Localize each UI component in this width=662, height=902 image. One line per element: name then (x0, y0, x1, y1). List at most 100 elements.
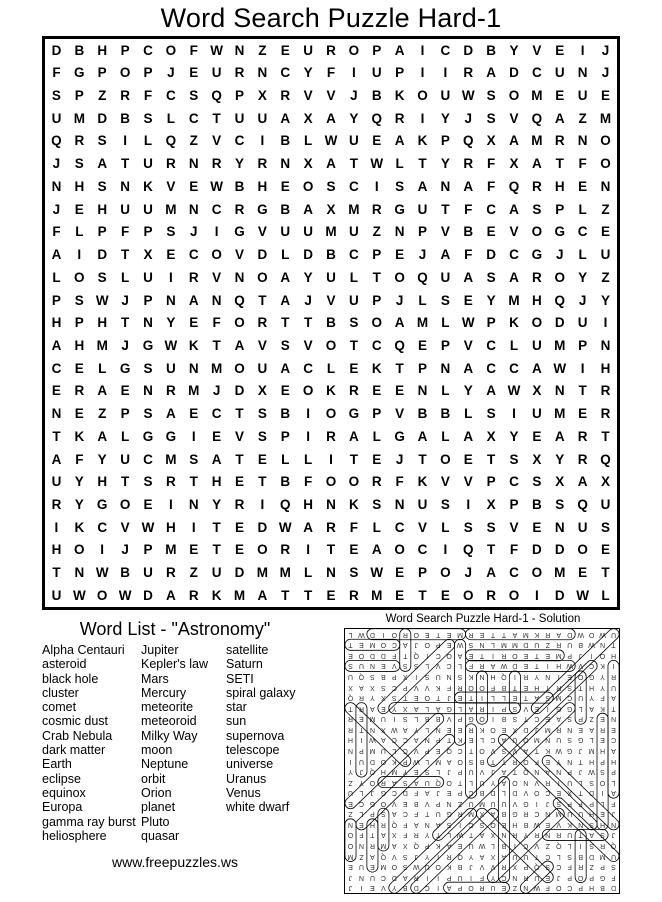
grid-cell: U (165, 360, 176, 376)
grid-cell: J (212, 383, 221, 399)
grid-cell: M (256, 565, 268, 581)
grid-cell: F (487, 156, 496, 172)
word-list-columns: Alpha Centauri asteroid black hole cluster c… (16, 643, 334, 843)
grid-cell: A (280, 110, 291, 126)
grid-cell: A (371, 542, 382, 558)
grid-cell: O (554, 269, 566, 285)
grid-cell: V (166, 178, 176, 194)
grid-cell: I (54, 519, 59, 535)
grid-cell: S (601, 519, 611, 535)
grid-cell: S (440, 292, 450, 308)
footer-url: www.freepuzzles.ws (111, 854, 239, 870)
grid-cell: X (532, 383, 542, 399)
grid-cell: Y (74, 497, 84, 512)
grid-cell: M (165, 451, 177, 467)
solution-section: Word Search Puzzle Hard-1 - Solution DBH… (344, 612, 622, 894)
grid-cell: L (578, 201, 587, 217)
grid-cell: V (532, 42, 542, 58)
grid-cell: I (351, 65, 356, 81)
grid-cell: I (306, 428, 310, 444)
grid-cell: N (280, 156, 291, 172)
grid-cell: T (120, 315, 130, 331)
grid-cell: L (349, 269, 358, 285)
grid-cell: E (463, 451, 473, 467)
grid-cell: C (509, 247, 519, 263)
grid-cell: F (120, 224, 130, 240)
grid-cell: K (371, 360, 382, 376)
grid-cell: C (486, 360, 497, 376)
grid-cell: O (257, 542, 268, 558)
grid-cell: B (120, 565, 130, 581)
solution-word-marker (476, 807, 554, 884)
grid-cell: H (165, 519, 176, 535)
grid-cell: V (120, 519, 130, 535)
grid-cell: X (486, 497, 496, 512)
grid-cell: S (555, 497, 565, 512)
grid-cell: X (303, 110, 313, 126)
grid-cell: L (120, 428, 130, 444)
grid-cell: L (303, 451, 313, 467)
grid-cell: N (440, 178, 451, 194)
grid-cell: R (165, 565, 176, 581)
word-list-section: Word List - "Astronomy" Alpha Centauri as… (16, 618, 334, 843)
grid-cell: R (51, 497, 62, 512)
grid-cell: Y (74, 474, 84, 490)
grid-cell: R (600, 383, 611, 399)
word-list-item: Kepler's law (141, 657, 208, 672)
solution-word-marker (399, 628, 412, 672)
grid-cell: A (51, 247, 62, 263)
grid-cell: W (461, 88, 475, 104)
grid-cell: N (394, 497, 405, 512)
solution-word-marker (355, 702, 368, 778)
grid-cell: V (463, 337, 473, 353)
grid-cell: T (601, 565, 610, 581)
grid-cell: D (463, 42, 474, 58)
grid-cell: P (51, 292, 61, 308)
grid-cell: L (303, 565, 313, 581)
word-list-item: universe (226, 757, 274, 772)
grid-cell: L (441, 383, 450, 399)
grid-cell: N (577, 133, 588, 149)
grid-cell: U (211, 565, 222, 581)
grid-cell: P (395, 65, 405, 81)
grid-cell: P (509, 497, 519, 512)
grid-cell: S (532, 474, 542, 490)
grid-cell: C (349, 178, 359, 194)
grid-cell: M (188, 383, 200, 399)
grid-cell: C (394, 519, 405, 535)
grid-cell: K (326, 383, 336, 399)
grid-cell: U (257, 360, 268, 376)
solution-word-marker (519, 860, 554, 893)
grid-cell: Z (601, 201, 610, 217)
grid-cell: Q (600, 451, 611, 467)
grid-cell: R (554, 133, 565, 149)
grid-cell: A (417, 428, 428, 444)
grid-cell: N (188, 156, 199, 172)
grid-cell: E (280, 42, 290, 58)
grid-cell: Q (531, 110, 543, 126)
grid-cell: E (349, 542, 359, 558)
grid-cell: Q (394, 337, 405, 353)
grid-cell: I (466, 497, 471, 512)
grid-cell: X (257, 88, 267, 104)
grid-cell: N (326, 497, 336, 512)
grid-cell: A (577, 474, 588, 490)
grid-cell: I (329, 451, 333, 467)
grid-cell: O (508, 587, 520, 603)
grid-cell: W (461, 315, 475, 331)
grid-cell: E (372, 383, 382, 399)
grid-cell: O (119, 497, 131, 512)
grid-cell: W (210, 42, 223, 58)
grid-cell: G (394, 428, 405, 444)
grid-cell: I (535, 587, 539, 603)
grid-cell: C (509, 565, 519, 581)
grid-cell: U (51, 474, 62, 490)
grid-cell: Z (372, 224, 381, 240)
grid-cell: D (303, 247, 313, 263)
grid-cell: A (463, 269, 474, 285)
grid-cell: E (395, 247, 405, 263)
grid-cell: J (601, 42, 610, 58)
grid-cell: T (349, 451, 358, 467)
grid-cell: L (441, 519, 450, 535)
grid-cell: R (211, 156, 222, 172)
